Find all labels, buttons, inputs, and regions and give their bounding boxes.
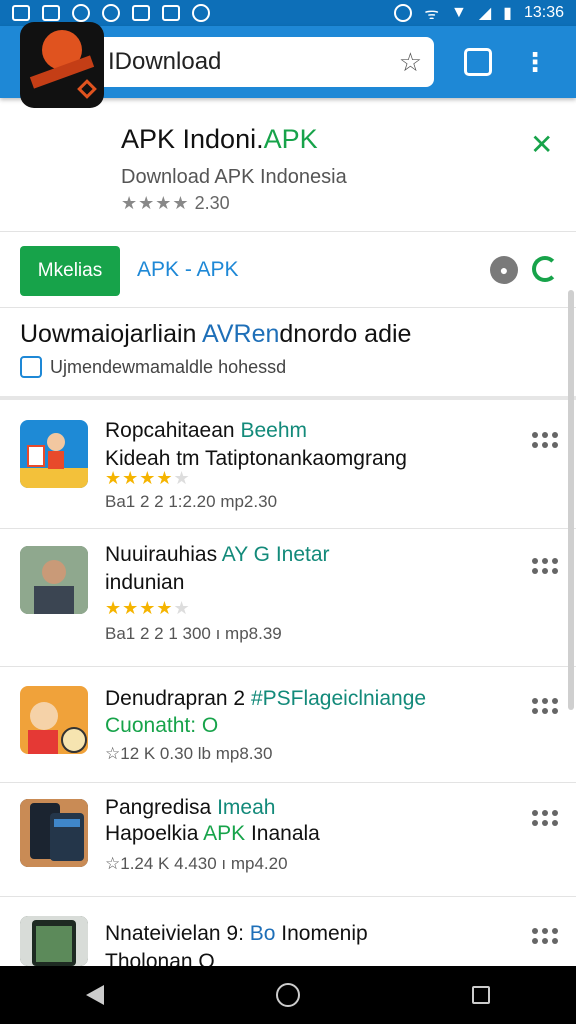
alarm-icon [394,4,413,22]
mail-icon [102,4,120,22]
system-nav-bar [0,966,576,1024]
sync-icon [192,4,210,22]
item-title: Pangredisa Imeah [105,796,276,819]
app-thumbnail [20,916,88,966]
refresh-icon[interactable] [532,256,558,282]
address-bar[interactable]: IDownload ☆ [72,37,434,87]
file-icon [132,5,150,21]
item-description: indunian [105,571,185,594]
dot-icon [72,4,90,22]
battery-icon: ▮ [503,5,512,22]
app-banner [0,98,576,232]
app-logo [20,22,104,108]
app-title: APK Indoni.APK [121,124,318,154]
rating-value: 2.30 [194,193,230,213]
item-menu-icon[interactable] [532,698,558,714]
section-headline: Uowmaiojarliain AVRendnordo adie [20,320,412,348]
nav-home-icon[interactable] [276,983,300,1007]
item-description: Cuonatht: O [105,714,219,737]
item-stars: ★★★★★ [105,468,191,488]
overflow-menu-icon[interactable]: ⋮ [522,49,548,75]
image-icon [42,5,60,21]
item-meta: ☆12 K 0.30 lb mp8.30 [105,744,273,763]
system-icons: ᯤ ▼ ◢ ▮ 13:36 [394,2,564,24]
item-meta: Ba1 2 2 1 300 ı mp8.39 [105,624,282,643]
vibrate-icon: ᯤ [424,6,439,23]
scrollbar[interactable] [568,290,574,710]
item-menu-icon[interactable] [532,928,558,944]
notification-icons [12,4,210,22]
share-icon[interactable]: ● [490,256,518,284]
clock-time: 13:36 [523,4,564,21]
item-title: Nnateivielan 9: Bo Inomenip [105,922,368,945]
wifi-icon: ▼ [450,4,467,21]
apk-link[interactable]: APK - APK [137,258,239,282]
item-title: Denudrapran 2 #PSFlageiclniange [105,687,427,710]
app-subtitle: Download APK Indonesia [121,166,347,188]
app-thumbnail [20,799,88,867]
primary-action-button[interactable]: Mkelias [20,246,120,296]
item-title: Nuuirauhias AY G Inetar [105,543,330,566]
book-icon [20,356,42,378]
bookmark-star-icon[interactable]: ☆ [399,47,422,78]
item-menu-icon[interactable] [532,810,558,826]
signal-icon: ◢ [478,5,492,22]
url-text: IDownload [108,48,222,75]
item-meta: Ba1 2 2 1:2.20 mp2.30 [105,492,278,511]
item-description: Tholonan O [105,950,215,966]
app-thumbnail [20,686,88,754]
section-subline: Ujmendewmamaldle hohessd [20,356,286,378]
item-description: Hapoelkia APK Inanala [105,822,320,845]
app-rating: ★★★★ 2.30 [121,193,230,214]
nav-back-icon[interactable] [86,985,104,1005]
item-meta: ☆1.24 K 4.430 ı mp4.20 [105,854,288,873]
close-icon[interactable]: ✕ [530,128,553,161]
rating-stars: ★★★★ [121,193,190,213]
item-menu-icon[interactable] [532,432,558,448]
notification-icon [12,5,30,21]
bag-icon [162,5,180,21]
item-stars: ★★★★★ [105,598,191,618]
nav-recent-icon[interactable] [472,986,490,1004]
app-thumbnail [20,420,88,488]
tabs-button[interactable] [464,48,492,76]
item-title: Ropcahitaean Beehm [105,419,307,442]
item-menu-icon[interactable] [532,558,558,574]
app-thumbnail [20,546,88,614]
